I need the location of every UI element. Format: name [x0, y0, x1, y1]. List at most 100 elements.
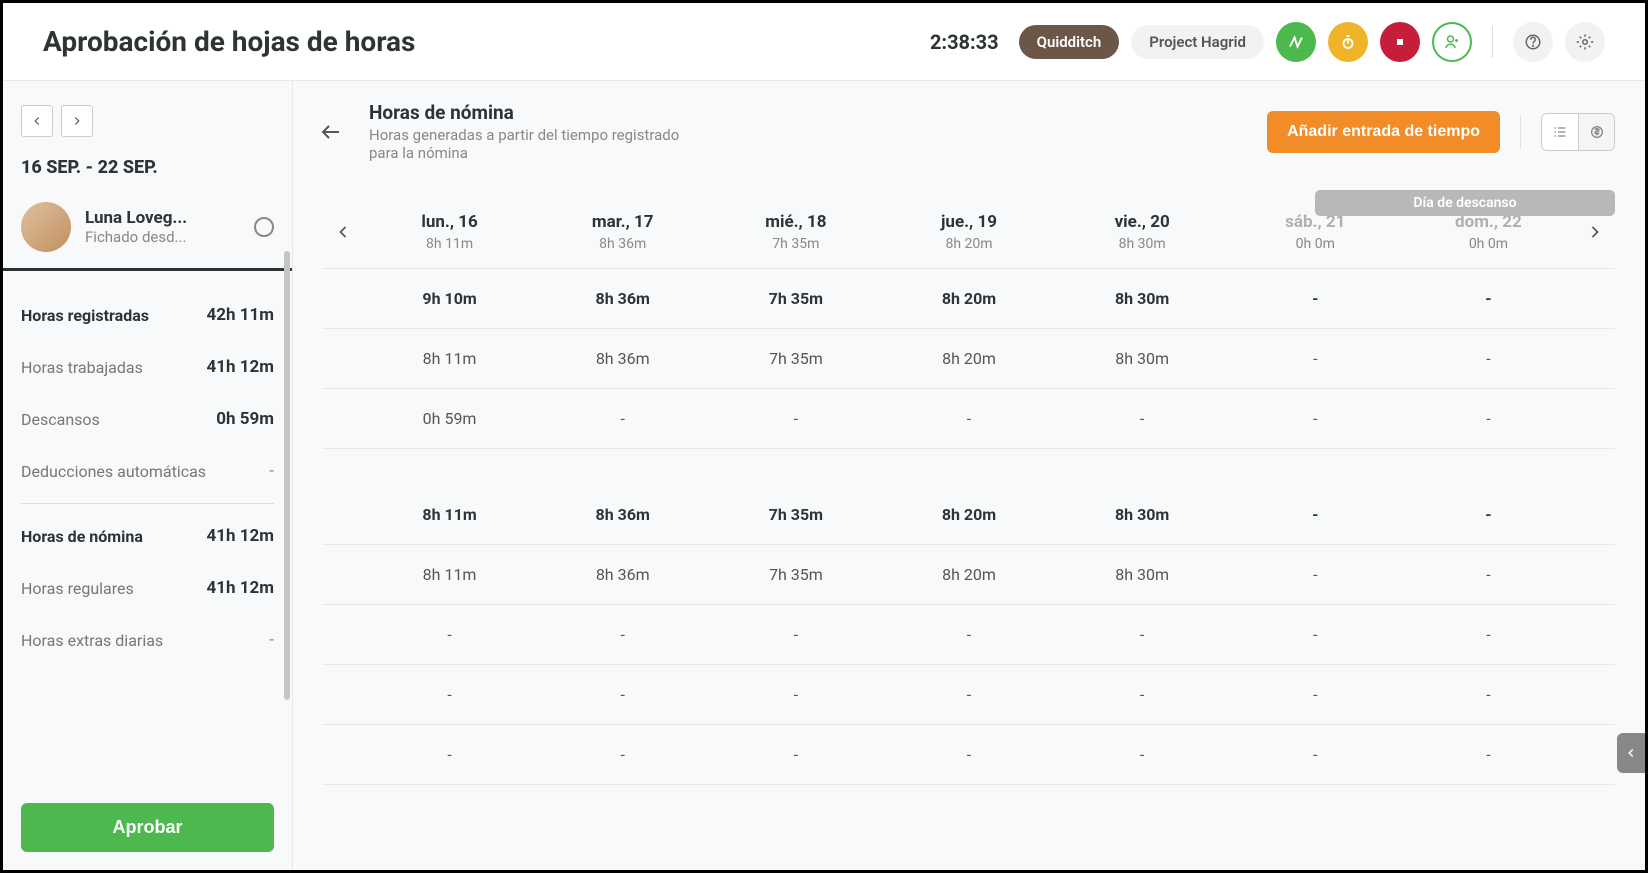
day-total: 8h 11m — [363, 236, 536, 252]
data-cell: - — [1229, 565, 1402, 584]
expand-panel-icon[interactable] — [1617, 733, 1645, 773]
day-header: sáb., 210h 0m — [1229, 212, 1402, 252]
data-cell: 8h 36m — [536, 349, 709, 368]
summary-row: Horas trabajadas41h 12m — [21, 341, 274, 393]
help-icon[interactable] — [1513, 22, 1553, 62]
scrollbar[interactable] — [284, 251, 290, 700]
route-icon[interactable] — [1276, 22, 1316, 62]
avatar — [21, 202, 71, 252]
data-cell: 7h 35m — [709, 349, 882, 368]
summary-row: Deducciones automáticas- — [21, 445, 274, 497]
user-select-radio[interactable] — [254, 217, 274, 237]
data-row: 8h 11m8h 36m7h 35m8h 20m8h 30m-- — [323, 485, 1615, 545]
divider — [21, 503, 274, 504]
data-cell: - — [1056, 685, 1229, 704]
data-row: ------- — [323, 665, 1615, 725]
data-cell: - — [1229, 289, 1402, 308]
data-cell: - — [1056, 409, 1229, 428]
data-cell: - — [363, 745, 536, 764]
project-tag-2[interactable]: Project Hagrid — [1131, 25, 1264, 59]
summary-value: 41h 12m — [207, 357, 275, 377]
timer: 2:38:33 — [930, 30, 999, 54]
stop-icon[interactable] — [1380, 22, 1420, 62]
summary-label: Horas regulares — [21, 579, 134, 598]
day-header: jue., 19 8h 20m — [882, 212, 1055, 252]
approve-button[interactable]: Aprobar — [21, 803, 274, 852]
data-cell: - — [1402, 685, 1575, 704]
day-name: mar., 17 — [536, 212, 709, 232]
section-title: Horas de nómina — [369, 101, 709, 124]
data-cell: 8h 11m — [363, 505, 536, 524]
data-cell: - — [882, 625, 1055, 644]
day-total: 8h 20m — [882, 236, 1055, 252]
data-cell: - — [1229, 505, 1402, 524]
day-header: lun., 168h 11m — [363, 212, 536, 252]
back-arrow-icon[interactable] — [313, 114, 349, 150]
data-row: 8h 11m8h 36m7h 35m8h 20m8h 30m-- — [323, 545, 1615, 605]
data-row: ------- — [323, 725, 1615, 785]
data-cell: 8h 20m — [882, 349, 1055, 368]
day-total: 0h 0m — [1402, 236, 1575, 252]
data-cell: - — [363, 625, 536, 644]
settings-icon[interactable] — [1565, 22, 1605, 62]
scroll-right-icon[interactable] — [1575, 222, 1615, 242]
spacer — [323, 449, 1615, 485]
data-cell: - — [1402, 625, 1575, 644]
prev-week-button[interactable] — [21, 105, 53, 137]
data-cell: 0h 59m — [363, 409, 536, 428]
data-cell: 8h 20m — [882, 505, 1055, 524]
day-name: jue., 19 — [882, 212, 1055, 232]
date-range: 16 SEP. - 22 SEP. — [3, 147, 292, 192]
day-off-badge: Día de descanso — [1315, 190, 1615, 216]
data-cell: - — [1402, 409, 1575, 428]
add-time-entry-button[interactable]: Añadir entrada de tiempo — [1267, 111, 1500, 153]
data-cell: 8h 30m — [1056, 505, 1229, 524]
summary-label: Horas extras diarias — [21, 631, 163, 650]
data-cell: 8h 11m — [363, 349, 536, 368]
day-name: mié., 18 — [709, 212, 882, 232]
user-status: Fichado desd... — [85, 228, 240, 246]
data-cell: 8h 36m — [536, 505, 709, 524]
data-cell: - — [882, 409, 1055, 428]
divider — [1520, 116, 1521, 148]
data-cell: 7h 35m — [709, 565, 882, 584]
data-cell: - — [1402, 505, 1575, 524]
data-row: 0h 59m------ — [323, 389, 1615, 449]
data-cell: - — [536, 685, 709, 704]
day-header: mar., 178h 36m — [536, 212, 709, 252]
view-list-icon[interactable] — [1542, 114, 1578, 150]
user-card[interactable]: Luna Loveg... Fichado desd... — [3, 192, 292, 271]
day-total: 0h 0m — [1229, 236, 1402, 252]
data-cell: - — [1402, 745, 1575, 764]
data-cell: 9h 10m — [363, 289, 536, 308]
day-header: dom., 220h 0m — [1402, 212, 1575, 252]
data-cell: - — [1056, 745, 1229, 764]
summary-value: 41h 12m — [207, 526, 275, 546]
project-tag-1[interactable]: Quidditch — [1019, 25, 1120, 59]
data-cell: - — [1229, 625, 1402, 644]
day-total: 7h 35m — [709, 236, 882, 252]
day-header: vie., 208h 30m — [1056, 212, 1229, 252]
scroll-left-icon[interactable] — [323, 222, 363, 242]
data-cell: - — [1402, 289, 1575, 308]
data-cell: - — [1402, 349, 1575, 368]
break-icon[interactable] — [1328, 22, 1368, 62]
summary-value: 0h 59m — [216, 409, 274, 429]
data-cell: 8h 36m — [536, 565, 709, 584]
summary-label: Descansos — [21, 410, 100, 429]
data-row: 8h 11m8h 36m7h 35m8h 20m8h 30m-- — [323, 329, 1615, 389]
summary-label: Horas registradas — [21, 306, 149, 325]
summary-value: 42h 11m — [207, 305, 275, 325]
day-header: mié., 18 7h 35m — [709, 212, 882, 252]
view-money-icon[interactable] — [1578, 114, 1614, 150]
data-cell: - — [1229, 349, 1402, 368]
summary-row: Horas registradas 42h 11m — [21, 289, 274, 341]
page-title: Aprobación de hojas de horas — [43, 25, 415, 58]
next-week-button[interactable] — [61, 105, 93, 137]
data-cell: 8h 30m — [1056, 565, 1229, 584]
day-name: vie., 20 — [1056, 212, 1229, 232]
data-cell: 8h 30m — [1056, 289, 1229, 308]
summary-row: Horas de nómina41h 12m — [21, 510, 274, 562]
user-add-icon[interactable] — [1432, 22, 1472, 62]
user-name: Luna Loveg... — [85, 208, 240, 228]
